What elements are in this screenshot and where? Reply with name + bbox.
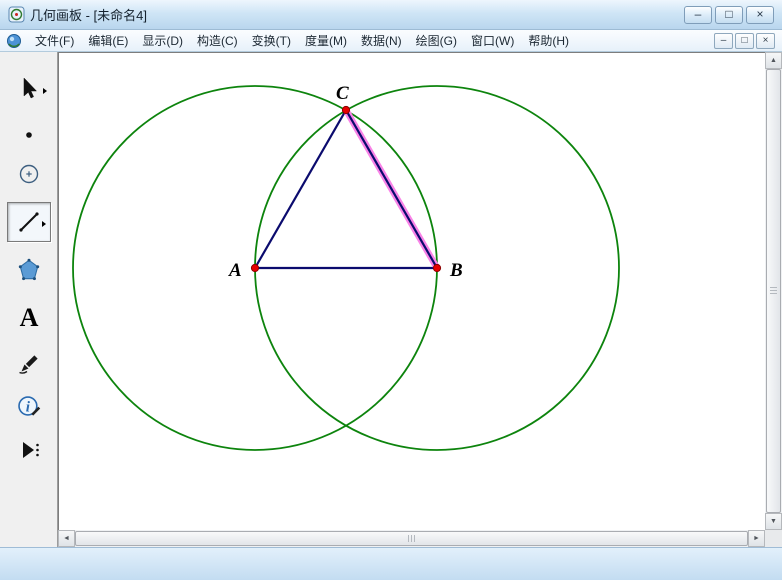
- maximize-button[interactable]: □: [715, 6, 743, 24]
- mdi-close-button[interactable]: ×: [756, 33, 775, 49]
- title-bar: 几何画板 - [未命名4] – □ ×: [0, 0, 782, 30]
- geometry-drawing: A B C: [58, 52, 765, 530]
- point-B-label: B: [449, 260, 463, 281]
- menu-item-help[interactable]: 帮助(H): [521, 29, 576, 52]
- menu-item-construct[interactable]: 构造(C): [190, 29, 245, 52]
- submenu-arrow-icon: [42, 221, 46, 227]
- polygon-icon: [16, 257, 42, 283]
- selection-arrow-icon: [17, 76, 41, 100]
- document-icon: [6, 33, 22, 49]
- maximize-icon: □: [725, 8, 732, 20]
- point-C-label: C: [336, 83, 349, 104]
- status-bar: [0, 547, 782, 580]
- scroll-right-icon: ►: [753, 535, 760, 542]
- selection-arrow-tool[interactable]: [7, 68, 51, 108]
- menu-bar: 文件(F) 编辑(E) 显示(D) 构造(C) 变换(T) 度量(M) 数据(N…: [0, 30, 782, 52]
- point-C[interactable]: [342, 106, 349, 113]
- menu-item-data[interactable]: 数据(N): [354, 29, 409, 52]
- tool-palette: A i: [0, 52, 58, 547]
- menu-item-edit[interactable]: 编辑(E): [81, 29, 135, 52]
- app-window: 几何画板 - [未命名4] – □ × 文件(F) 编辑(E) 显示(D) 构造…: [0, 0, 782, 580]
- information-icon: i: [16, 393, 42, 419]
- point-B[interactable]: [433, 264, 440, 271]
- marker-pen-icon: [17, 351, 41, 375]
- mdi-minimize-icon: –: [721, 36, 727, 46]
- horizontal-scroll-thumb[interactable]: [75, 531, 748, 546]
- scroll-up-button[interactable]: ▲: [765, 52, 782, 69]
- scrollbar-corner: [765, 530, 782, 547]
- submenu-arrow-icon: [43, 88, 47, 94]
- vertical-scroll-thumb[interactable]: [766, 69, 781, 513]
- straightedge-icon: [17, 210, 41, 234]
- polygon-tool[interactable]: [7, 250, 51, 290]
- compass-circle-icon: [17, 162, 41, 186]
- segment-AC[interactable]: [255, 110, 346, 268]
- menu-item-file[interactable]: 文件(F): [28, 29, 81, 52]
- straightedge-tool[interactable]: [7, 202, 51, 242]
- scroll-down-button[interactable]: ▼: [765, 513, 782, 530]
- information-tool[interactable]: i: [7, 386, 51, 426]
- custom-tool[interactable]: [7, 430, 51, 470]
- mdi-restore-button[interactable]: □: [735, 33, 754, 49]
- point-A-label: A: [228, 260, 242, 281]
- scroll-left-button[interactable]: ◄: [58, 530, 75, 547]
- app-icon: [8, 6, 25, 23]
- point-tool[interactable]: [7, 115, 51, 155]
- window-title: 几何画板 - [未命名4]: [30, 5, 147, 24]
- window-controls: – □ ×: [684, 6, 776, 24]
- point-icon: [17, 123, 41, 147]
- minimize-icon: –: [695, 8, 702, 20]
- scroll-down-icon: ▼: [770, 518, 777, 525]
- mdi-window-controls: – □ ×: [714, 33, 778, 49]
- minimize-button[interactable]: –: [684, 6, 712, 24]
- scroll-up-icon: ▲: [770, 57, 777, 64]
- mdi-restore-icon: □: [741, 36, 747, 46]
- vertical-scroll-track[interactable]: [765, 69, 782, 513]
- horizontal-scroll-track[interactable]: [75, 530, 748, 547]
- segment-CB[interactable]: [346, 110, 437, 268]
- custom-tool-icon: [16, 437, 42, 463]
- menu-item-graph[interactable]: 绘图(G): [409, 29, 464, 52]
- compass-tool[interactable]: [7, 154, 51, 194]
- close-icon: ×: [756, 8, 763, 20]
- vertical-scrollbar[interactable]: ▲ ▼: [765, 52, 782, 530]
- close-button[interactable]: ×: [746, 6, 774, 24]
- scroll-left-icon: ◄: [63, 535, 70, 542]
- text-tool[interactable]: A: [7, 298, 51, 338]
- mdi-close-icon: ×: [763, 36, 769, 46]
- scroll-right-button[interactable]: ►: [748, 530, 765, 547]
- point-A[interactable]: [251, 264, 258, 271]
- menu-item-window[interactable]: 窗口(W): [464, 29, 521, 52]
- marker-tool[interactable]: [7, 343, 51, 383]
- horizontal-scrollbar[interactable]: ◄ ►: [58, 530, 765, 547]
- sketch-canvas[interactable]: A B C: [58, 52, 765, 530]
- menu-item-transform[interactable]: 变换(T): [245, 29, 298, 52]
- menu-item-measure[interactable]: 度量(M): [298, 29, 354, 52]
- menu-item-display[interactable]: 显示(D): [135, 29, 190, 52]
- text-tool-icon: A: [20, 305, 39, 331]
- mdi-minimize-button[interactable]: –: [714, 33, 733, 49]
